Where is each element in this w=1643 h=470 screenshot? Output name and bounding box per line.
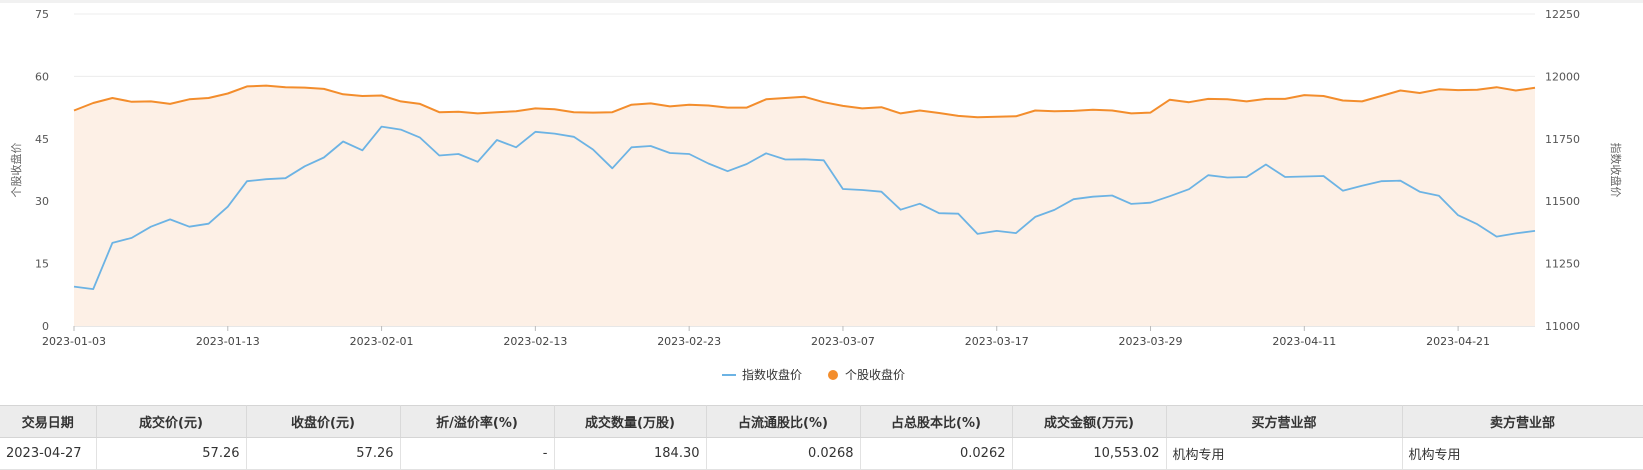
x-tick-label: 2023-02-23 [657, 335, 721, 348]
y-right-tick-label: 11250 [1545, 258, 1580, 271]
y-left-axis-title: 个股收盘价 [9, 143, 23, 198]
header-seller-branch[interactable]: 卖方营业部 [1402, 405, 1643, 438]
header-volume[interactable]: 成交数量(万股) [554, 405, 707, 438]
cell-deal-price: 57.26 [96, 437, 247, 470]
y-left-tick-label: 75 [35, 8, 49, 21]
cell-premium-rate: - [400, 437, 555, 470]
legend-stock-swatch [828, 370, 838, 380]
cell-total-share-ratio: 0.0262 [860, 437, 1013, 470]
header-total-share-ratio[interactable]: 占总股本比(%) [860, 405, 1013, 438]
x-tick-label: 2023-03-17 [965, 335, 1029, 348]
cell-amount: 10,553.02 [1012, 437, 1167, 470]
y-right-tick-label: 11000 [1545, 320, 1580, 333]
table-row: 2023-04-27 57.26 57.26 - 184.30 0.0268 0… [0, 437, 1643, 470]
x-tick-label: 2023-02-13 [503, 335, 567, 348]
x-tick-label: 2023-02-01 [350, 335, 414, 348]
cell-volume: 184.30 [554, 437, 707, 470]
x-tick-label: 2023-04-21 [1426, 335, 1490, 348]
cell-float-share-ratio: 0.0268 [706, 437, 861, 470]
x-tick-label: 2023-03-29 [1119, 335, 1183, 348]
y-right-tick-label: 11750 [1545, 133, 1580, 146]
y-left-tick-label: 15 [35, 258, 49, 271]
y-right-tick-label: 12250 [1545, 8, 1580, 21]
header-buyer-branch[interactable]: 买方营业部 [1166, 405, 1403, 438]
table-header-row: 交易日期 成交价(元) 收盘价(元) 折/溢价率(%) 成交数量(万股) 占流通… [0, 405, 1643, 438]
cell-close-price: 57.26 [246, 437, 401, 470]
y-right-tick-label: 11500 [1545, 195, 1580, 208]
block-trade-table: 交易日期 成交价(元) 收盘价(元) 折/溢价率(%) 成交数量(万股) 占流通… [0, 405, 1643, 470]
y-left-tick-label: 30 [35, 195, 49, 208]
x-tick-label: 2023-04-11 [1272, 335, 1336, 348]
x-tick-label: 2023-01-13 [196, 335, 260, 348]
header-float-share-ratio[interactable]: 占流通股比(%) [706, 405, 861, 438]
header-premium-rate[interactable]: 折/溢价率(%) [400, 405, 555, 438]
y-left-tick-label: 0 [42, 320, 49, 333]
header-trade-date[interactable]: 交易日期 [0, 405, 97, 438]
x-tick-label: 2023-01-03 [42, 335, 106, 348]
y-left-tick-label: 60 [35, 70, 49, 83]
y-right-tick-label: 12000 [1545, 70, 1580, 83]
legend-index-label: 指数收盘价 [742, 367, 802, 382]
price-comparison-chart: 0 15 30 45 60 75 11000 11250 11500 11750 12000 1225… [9, 8, 1623, 382]
block-trade-page: 0 15 30 45 60 75 11000 11250 11500 11750 12000 1225… [0, 0, 1643, 470]
x-tick-label: 2023-03-07 [811, 335, 875, 348]
header-amount[interactable]: 成交金额(万元) [1012, 405, 1167, 438]
stock-area-fill [74, 85, 1535, 326]
cell-seller-branch[interactable]: 机构专用 [1402, 437, 1643, 470]
y-left-tick-label: 45 [35, 133, 49, 146]
cell-trade-date: 2023-04-27 [0, 437, 97, 470]
legend-stock-label: 个股收盘价 [845, 367, 905, 382]
cell-buyer-branch[interactable]: 机构专用 [1166, 437, 1403, 470]
y-right-axis-title: 指数收盘价 [1609, 143, 1623, 198]
header-close-price[interactable]: 收盘价(元) [246, 405, 401, 438]
header-deal-price[interactable]: 成交价(元) [96, 405, 247, 438]
